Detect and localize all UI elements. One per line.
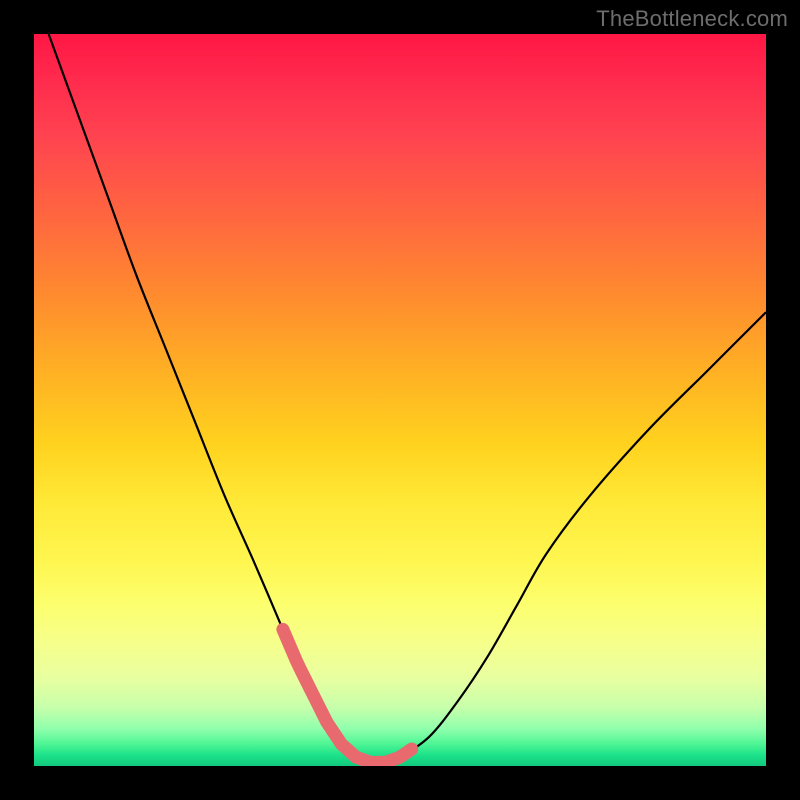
bottleneck-curve	[49, 34, 766, 763]
curve-highlight	[283, 629, 412, 762]
plot-area	[34, 34, 766, 766]
watermark-text: TheBottleneck.com	[596, 6, 788, 32]
chart-frame	[30, 30, 770, 770]
curve-layer	[34, 34, 766, 766]
